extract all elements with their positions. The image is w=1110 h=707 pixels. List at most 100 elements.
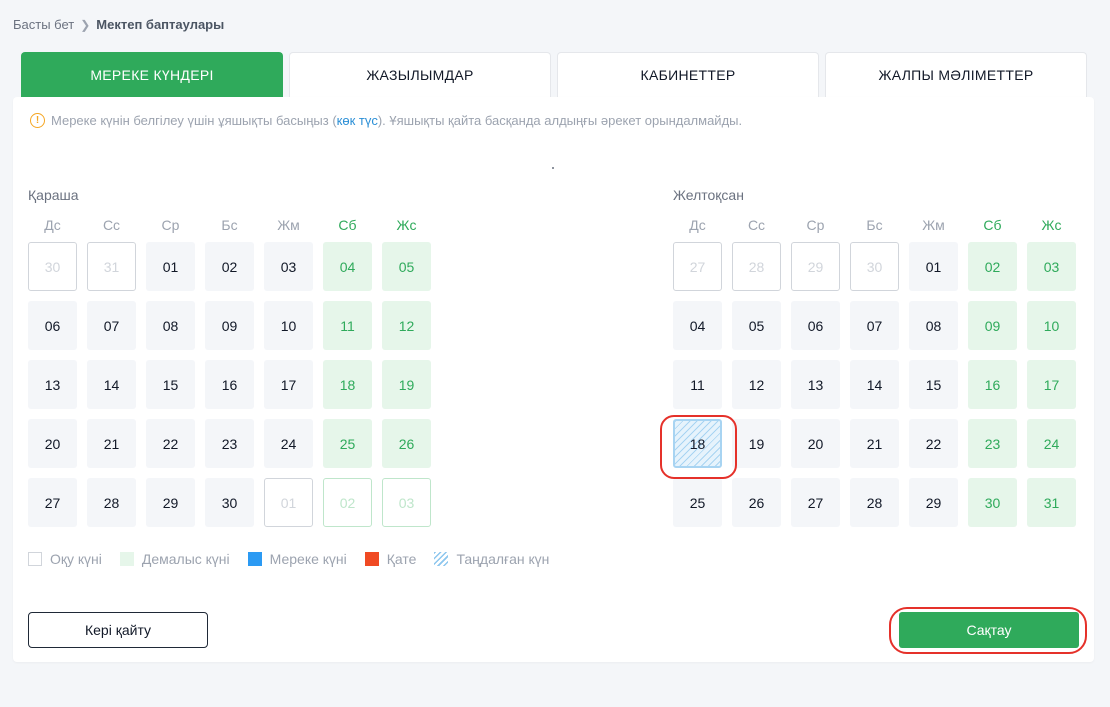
day-cell[interactable]: 04 [323,242,372,291]
day-cell[interactable]: 24 [264,419,313,468]
day-cell[interactable]: 30 [205,478,254,527]
day-cell[interactable]: 09 [968,301,1017,350]
day-cell[interactable]: 03 [1027,242,1076,291]
day-cell[interactable]: 08 [146,301,195,350]
day-cell[interactable]: 24 [1027,419,1076,468]
day-cell[interactable]: 03 [382,478,431,527]
day-cell[interactable]: 10 [1027,301,1076,350]
day-cell[interactable]: 11 [673,360,722,409]
day-cell[interactable]: 17 [1027,360,1076,409]
breadcrumb-home-link[interactable]: Басты бет [13,17,74,32]
day-cell[interactable]: 01 [909,242,958,291]
day-cell[interactable]: 14 [850,360,899,409]
day-cell[interactable]: 12 [732,360,781,409]
day-cell[interactable]: 30 [968,478,1017,527]
day-cell[interactable]: 27 [791,478,840,527]
day-cell[interactable]: 02 [323,478,372,527]
day-cell[interactable]: 23 [205,419,254,468]
day-cell[interactable]: 29 [791,242,840,291]
weekday-label: Сб [338,217,357,233]
day-cell[interactable]: 31 [1027,478,1076,527]
day-cell[interactable]: 12 [382,301,431,350]
day-cell[interactable]: 01 [146,242,195,291]
day-cell[interactable]: 26 [382,419,431,468]
day-cell[interactable]: 25 [323,419,372,468]
day-cell[interactable]: 17 [264,360,313,409]
day-cell[interactable]: 28 [87,478,136,527]
day-cell[interactable]: 26 [732,478,781,527]
day-cell[interactable]: 20 [791,419,840,468]
day-cell[interactable]: 21 [850,419,899,468]
day-cell[interactable]: 13 [791,360,840,409]
day-cell[interactable]: 21 [87,419,136,468]
day-cell[interactable]: 05 [732,301,781,350]
info-message: ! Мереке күнін белгілеу үшін ұяшықты бас… [30,113,742,128]
day-cell[interactable]: 31 [87,242,136,291]
day-cell[interactable]: 02 [968,242,1017,291]
info-icon: ! [30,113,45,128]
legend-error: Қате [364,551,416,567]
weekday-label: Сс [102,217,121,233]
legend-label: Таңдалған күн [456,551,550,567]
day-cell-selected[interactable]: 18 [673,419,722,468]
day-cell[interactable]: 29 [909,478,958,527]
legend-holiday: Мереке күні [247,551,347,567]
month-title: Қараша [28,187,79,203]
day-cell[interactable]: 25 [673,478,722,527]
day-cell[interactable]: 20 [28,419,77,468]
chevron-right-icon: ❯ [80,17,91,32]
day-cell[interactable]: 27 [28,478,77,527]
tab-subscriptions[interactable]: ЖАЗЫЛЫМДАР [289,52,551,97]
weekday-label: Сб [983,217,1002,233]
day-cell[interactable]: 16 [205,360,254,409]
day-cell[interactable]: 19 [382,360,431,409]
month-november: Қараша Дс Сс Ср Бс Жм Сб Жс 30 31 01 02 03 04 05 06 07… [28,187,431,527]
day-cell[interactable]: 10 [264,301,313,350]
legend-swatch [247,552,262,566]
separator-dot [552,167,554,169]
day-cell[interactable]: 06 [28,301,77,350]
month-title: Желтоқсан [673,187,744,203]
day-cell[interactable]: 09 [205,301,254,350]
tab-holidays[interactable]: МЕРЕКЕ КҮНДЕРІ [21,52,283,97]
day-cell[interactable]: 27 [673,242,722,291]
tab-cabinets[interactable]: КАБИНЕТТЕР [557,52,819,97]
day-cell[interactable]: 07 [850,301,899,350]
day-cell[interactable]: 11 [323,301,372,350]
day-cell[interactable]: 19 [732,419,781,468]
day-cell[interactable]: 22 [909,419,958,468]
weekday-label: Ср [161,217,180,233]
day-cell[interactable]: 06 [791,301,840,350]
month-december: Желтоқсан Дс Сс Ср Бс Жм Сб Жс 27 28 29 30 01 02 03 0… [673,187,1076,527]
weekday-label: Жс [1041,217,1062,233]
day-cell[interactable]: 28 [850,478,899,527]
day-cell[interactable]: 02 [205,242,254,291]
day-cell[interactable]: 01 [264,478,313,527]
day-cell[interactable]: 30 [28,242,77,291]
day-cell[interactable]: 15 [909,360,958,409]
tab-general-info[interactable]: ЖАЛПЫ МӘЛІМЕТТЕР [825,52,1087,97]
weekday-label: Бс [866,217,883,233]
weekday-label: Дс [44,217,61,233]
day-cell[interactable]: 29 [146,478,195,527]
back-button[interactable]: Кері қайту [28,612,208,648]
day-cell[interactable]: 16 [968,360,1017,409]
day-cell[interactable]: 04 [673,301,722,350]
day-cell[interactable]: 23 [968,419,1017,468]
day-cell[interactable]: 18 [323,360,372,409]
day-cell[interactable]: 03 [264,242,313,291]
day-cell[interactable]: 13 [28,360,77,409]
day-cell[interactable]: 30 [850,242,899,291]
legend-swatch [28,552,42,566]
day-cell[interactable]: 22 [146,419,195,468]
day-cell[interactable]: 05 [382,242,431,291]
legend-swatch [434,552,449,566]
day-cell[interactable]: 28 [732,242,781,291]
day-grid: 27 28 29 30 01 02 03 04 05 06 07 08 09 10 11 12 13 14 15 16… [673,242,1076,527]
save-button[interactable]: Сақтау [899,612,1079,648]
day-cell[interactable]: 15 [146,360,195,409]
day-cell[interactable]: 14 [87,360,136,409]
day-cell[interactable]: 08 [909,301,958,350]
day-cell[interactable]: 07 [87,301,136,350]
legend-label: Демалыс күні [141,551,230,567]
